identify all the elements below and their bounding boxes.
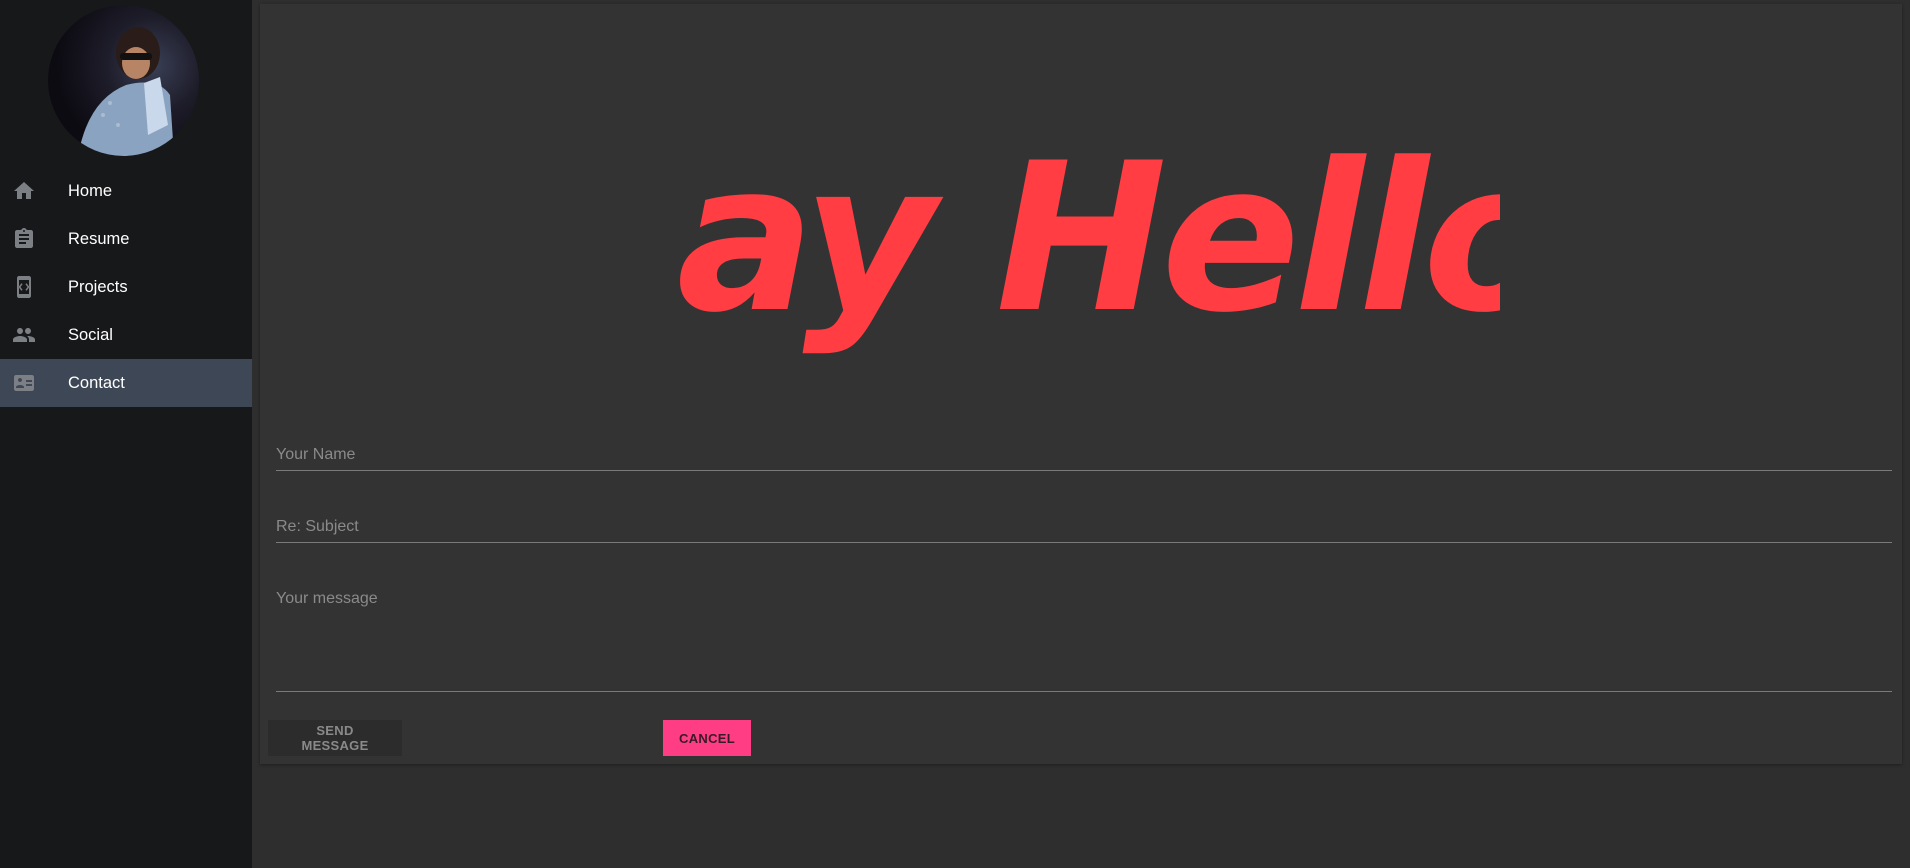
main-content: Say Hello! SEND MESSAGE CANCEL [252,0,1910,868]
say-hello-banner: Say Hello! [680,99,1500,379]
avatar [48,5,199,156]
sidebar-nav: Home Resume Projects Social Contact [0,167,252,407]
sidebar-item-social[interactable]: Social [0,311,252,359]
sidebar-item-label: Projects [68,277,128,296]
sidebar-item-label: Social [68,325,113,344]
sidebar-item-resume[interactable]: Resume [0,215,252,263]
sidebar-item-label: Resume [68,229,130,248]
contact-card: Say Hello! SEND MESSAGE CANCEL [260,4,1902,764]
message-field-wrapper [276,590,1892,692]
profile-photo [78,27,174,156]
sidebar-item-projects[interactable]: Projects [0,263,252,311]
hero-text: Say Hello! [680,120,1500,358]
cancel-button[interactable]: CANCEL [663,720,751,756]
subject-input[interactable] [276,518,1892,542]
home-icon [0,167,68,215]
code-device-icon [0,263,68,311]
say-hello-graphic: Say Hello! [680,120,1500,358]
people-icon [0,311,68,359]
contact-card-icon [0,359,68,407]
name-field-wrapper [276,446,1892,471]
message-textarea[interactable] [276,590,1892,690]
name-input[interactable] [276,446,1892,470]
sidebar-item-home[interactable]: Home [0,167,252,215]
clipboard-icon [0,215,68,263]
sidebar-item-label: Contact [68,373,125,392]
sidebar-item-label: Home [68,181,113,200]
subject-field-wrapper [276,518,1892,543]
app-root: Home Resume Projects Social Contact ay H… [0,0,1910,868]
sidebar: Home Resume Projects Social Contact [0,0,252,868]
send-message-button[interactable]: SEND MESSAGE [268,720,402,756]
sidebar-item-contact[interactable]: Contact [0,359,252,407]
